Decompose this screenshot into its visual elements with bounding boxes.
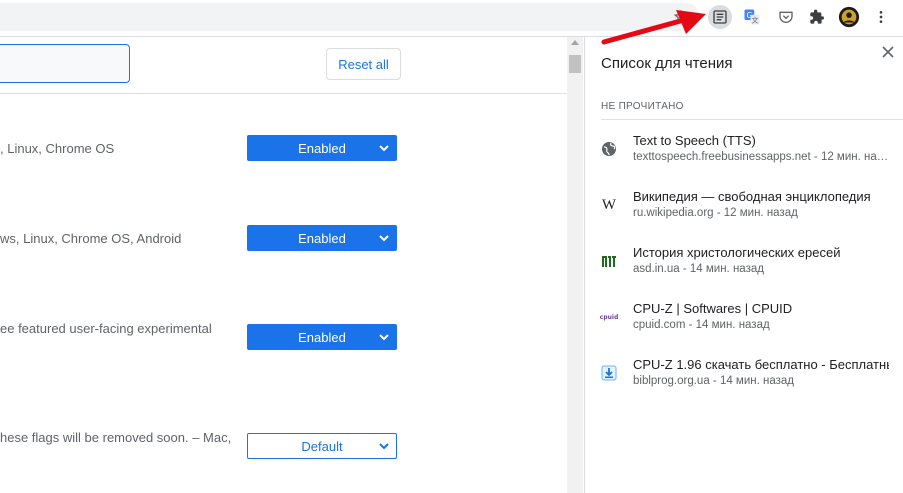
reading-list-item[interactable]: CPU-Z 1.96 скачать бесплатно - Бесплатны… bbox=[585, 355, 903, 395]
header-divider bbox=[0, 93, 567, 94]
item-subtitle: asd.in.ua - 14 мин. назад bbox=[633, 263, 764, 275]
cpuid-glyph: cpuid bbox=[599, 313, 619, 321]
item-title: Википедия — свободная энциклопедия bbox=[633, 189, 871, 204]
scroll-thumb[interactable] bbox=[569, 55, 581, 73]
flag-description: , Linux, Chrome OS bbox=[0, 141, 115, 156]
flag-select[interactable]: Enabled bbox=[247, 225, 397, 251]
flag-description: ee featured user-facing experimental bbox=[0, 321, 212, 336]
item-title: Text to Speech (TTS) bbox=[633, 133, 756, 148]
svg-text:文: 文 bbox=[752, 15, 759, 24]
translate-extension-icon[interactable]: G文 bbox=[740, 5, 764, 29]
item-subtitle: biblprog.org.ua - 14 мин. назад bbox=[633, 375, 794, 387]
reading-list-item[interactable]: История христологических ересей asd.in.u… bbox=[585, 243, 903, 283]
download-icon bbox=[600, 364, 618, 382]
browser-toolbar: G文 bbox=[0, 0, 903, 37]
chevron-down-icon bbox=[379, 443, 389, 450]
reading-list-item[interactable]: cpuid CPU-Z | Softwares | CPUID cpuid.co… bbox=[585, 299, 903, 339]
panel-title: Список для чтения bbox=[601, 55, 733, 72]
flag-select-value: Enabled bbox=[298, 329, 346, 345]
flags-page: Reset all , Linux, Chrome OS Enabled ws,… bbox=[0, 37, 567, 493]
reading-list-item[interactable]: Text to Speech (TTS) texttospeech.freebu… bbox=[585, 131, 903, 171]
site-logo-icon bbox=[600, 252, 618, 270]
item-title: История христологических ересей bbox=[633, 245, 841, 260]
flag-select[interactable]: Default bbox=[247, 433, 397, 459]
chevron-down-icon bbox=[379, 145, 389, 152]
unread-section-label: НЕ ПРОЧИТАНО bbox=[601, 101, 684, 112]
flag-select[interactable]: Enabled bbox=[247, 135, 397, 161]
wikipedia-glyph: W bbox=[601, 196, 617, 213]
reading-list-panel: Список для чтения НЕ ПРОЧИТАНО Text to S… bbox=[584, 37, 903, 493]
extensions-puzzle-icon[interactable] bbox=[805, 5, 829, 29]
reading-list-icon[interactable] bbox=[708, 5, 732, 29]
flag-description: ws, Linux, Chrome OS, Android bbox=[0, 231, 182, 246]
reset-all-button[interactable]: Reset all bbox=[326, 48, 401, 80]
cpuid-icon: cpuid bbox=[600, 308, 618, 326]
flags-search-input[interactable] bbox=[0, 44, 130, 83]
chevron-down-icon bbox=[379, 235, 389, 242]
item-title: CPU-Z | Softwares | CPUID bbox=[633, 301, 793, 316]
page-scrollbar[interactable] bbox=[567, 37, 583, 493]
item-subtitle: ru.wikipedia.org - 12 мин. назад bbox=[633, 207, 798, 219]
annotation-arrow-icon bbox=[601, 10, 706, 45]
reading-list-item[interactable]: W Википедия — свободная энциклопедия ru.… bbox=[585, 187, 903, 227]
wikipedia-icon: W bbox=[600, 196, 618, 214]
flag-description: hese flags will be removed soon. – Mac, bbox=[0, 430, 232, 445]
section-divider bbox=[601, 119, 903, 120]
item-subtitle: texttospeech.freebusinessapps.net - 12 м… bbox=[633, 151, 889, 163]
menu-kebab-icon[interactable] bbox=[869, 5, 893, 29]
scroll-up-arrow-icon[interactable] bbox=[571, 40, 579, 45]
flag-select-value: Enabled bbox=[298, 140, 346, 156]
flag-select-value: Default bbox=[301, 438, 343, 454]
profile-avatar-icon[interactable] bbox=[837, 5, 861, 29]
chevron-down-icon bbox=[379, 334, 389, 341]
close-icon[interactable] bbox=[879, 43, 897, 61]
item-title: CPU-Z 1.96 скачать бесплатно - Бесплатны… bbox=[633, 357, 889, 372]
flag-select-value: Enabled bbox=[298, 230, 346, 246]
address-bar[interactable] bbox=[0, 3, 700, 31]
flag-select[interactable]: Enabled bbox=[247, 324, 397, 350]
item-subtitle: cpuid.com - 14 мин. назад bbox=[633, 319, 770, 331]
globe-icon bbox=[600, 140, 618, 158]
pocket-extension-icon[interactable] bbox=[774, 5, 798, 29]
